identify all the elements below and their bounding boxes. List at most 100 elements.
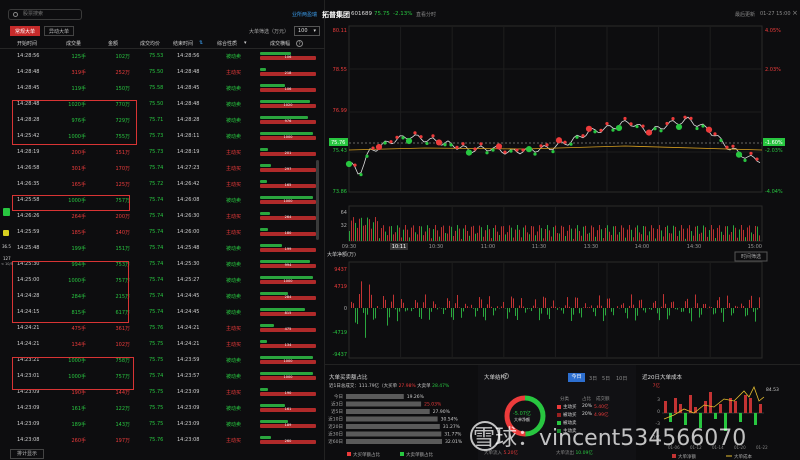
col-volume[interactable]: 成交量 (66, 40, 81, 47)
bigorder-bar (703, 304, 704, 308)
table-row[interactable]: 14:26:35 165手 125万 75.72 14:26:42 主动买 16… (0, 177, 325, 191)
bigorder-bar (509, 308, 510, 313)
volume-bar (439, 236, 440, 241)
trade-dot (449, 143, 453, 147)
filter-select[interactable]: 100 ▾ (294, 26, 320, 36)
bigorder-bar (645, 308, 646, 313)
volume-bar (417, 234, 418, 241)
volume-bar (643, 225, 644, 241)
tab-today[interactable]: 今日 (568, 373, 585, 382)
volume-bar (713, 229, 714, 241)
table-row[interactable]: 14:28:19 200手 151万 75.73 14:28:19 主动买 20… (0, 145, 325, 159)
volume-bar (593, 227, 594, 241)
volume-bar (583, 226, 584, 241)
stats-toggle-button[interactable]: 排计显示 (10, 449, 44, 459)
volume-bar (647, 235, 648, 241)
table-row[interactable]: 14:28:56 125手 102万 75.53 14:28:56 被动卖 10… (0, 49, 325, 63)
tab-3d[interactable]: 3日 (589, 375, 597, 382)
col-nature[interactable]: 综合性质 (217, 40, 237, 47)
bigorder-bar (383, 295, 384, 308)
bigorder-bar (551, 306, 552, 308)
tab-10d[interactable]: 10日 (616, 375, 627, 382)
table-row[interactable]: 14:24:21 134手 102万 75.75 14:24:21 主动买 13… (0, 337, 325, 351)
order-nature: 主动买 (226, 326, 242, 332)
trade-dot (431, 134, 435, 138)
volume-bar (451, 226, 452, 241)
table-row[interactable]: 14:24:21 475手 361万 75.76 14:24:21 主动买 47… (0, 321, 325, 335)
sort-icon[interactable]: ⇅ (199, 40, 203, 46)
tab-regular-big-orders[interactable]: 常规大单 (10, 26, 40, 36)
start-time: 14:28:56 (17, 53, 40, 59)
table-row[interactable]: 14:28:45 119手 150万 75.58 14:28:45 被动卖 10… (0, 81, 325, 95)
bigorder-bar (453, 308, 454, 320)
amount: 125万 (115, 182, 130, 188)
table-row[interactable]: 14:26:26 264手 200万 75.74 14:26:30 主动买 26… (0, 209, 325, 223)
tab-5d[interactable]: 5日 (602, 375, 610, 382)
time-tick: 14:30 (687, 244, 701, 250)
filter-icon[interactable]: ▾ (244, 40, 247, 46)
col-start-time[interactable]: 开始时间 (17, 40, 37, 47)
table-row[interactable]: 14:26:58 301手 170万 75.74 14:27:23 主动买 29… (0, 161, 325, 175)
bigorder-bar (479, 297, 480, 308)
close-icon[interactable]: × (792, 9, 798, 17)
end-time: 14:25:30 (177, 261, 200, 267)
volume: 301手 (71, 166, 86, 172)
table-row[interactable]: 14:28:48 319手 252万 75.50 14:28:48 主动买 21… (0, 65, 325, 79)
table-row[interactable]: 14:25:48 199手 151万 75.74 14:25:48 被动卖 19… (0, 241, 325, 255)
view-timeshare-link[interactable]: 直看分时 (416, 11, 436, 18)
search-input[interactable]: 股票搜索 (8, 9, 82, 20)
bigorder-bar (423, 302, 424, 308)
bigorder-bar (443, 308, 444, 315)
volume-bar (477, 232, 478, 241)
table-row[interactable]: 14:23:08 260手 197万 75.76 14:23:08 主动买 26… (0, 433, 325, 447)
market-link[interactable]: 业所两盈瑞 (292, 11, 317, 18)
bigorder-bar (657, 308, 658, 314)
table-row[interactable]: 14:23:09 161手 122万 75.75 14:23:09 被动卖 16… (0, 401, 325, 415)
table-row[interactable]: 14:23:09 189手 143万 75.75 14:23:09 被动卖 18… (0, 417, 325, 431)
bigorder-bar (635, 308, 636, 321)
volume: 189手 (71, 422, 86, 428)
ratio-value: 30.54% (441, 417, 459, 423)
volume-bar (525, 225, 526, 241)
bigorder-bar (677, 308, 678, 310)
flag-icon[interactable] (3, 230, 9, 236)
start-time: 14:24:21 (17, 341, 40, 347)
current-price: 75.76 (331, 140, 345, 146)
bigorder-bar (655, 300, 656, 308)
ratio-bar (346, 409, 430, 414)
volume-bar (549, 230, 550, 241)
volume-bar (539, 225, 540, 241)
help-icon[interactable]: ? (296, 40, 303, 47)
scrollbar[interactable] (316, 160, 319, 240)
volume-bar (487, 225, 488, 241)
volume: 319手 (71, 70, 86, 76)
trade-dot (455, 145, 459, 149)
volume-bar (733, 225, 734, 241)
volume-bar (401, 237, 402, 241)
order-nature: 被动卖 (226, 54, 242, 60)
trade-dot (515, 148, 519, 152)
col-avg-price[interactable]: 成交均价 (140, 40, 160, 47)
stock-change: -2.13% (393, 11, 413, 17)
donut-value: -5.07亿 (513, 411, 531, 417)
bigorder-bar (417, 302, 418, 308)
end-time: 14:28:48 (177, 101, 200, 107)
trade-dot (615, 124, 623, 132)
volume-bar (723, 234, 724, 241)
bigorder-bar (387, 308, 388, 326)
table-row[interactable]: 14:25:59 185手 140万 75.74 14:26:00 主动买 18… (0, 225, 325, 239)
volume-bar (363, 225, 364, 241)
trade-dot (533, 152, 537, 156)
bigorder-bar (749, 299, 750, 308)
help-icon[interactable]: ? (503, 373, 509, 379)
start-time: 14:28:48 (17, 69, 40, 75)
volume-bar (551, 236, 552, 241)
col-end-time[interactable]: 结束时间 (173, 40, 193, 47)
legend-swatch (557, 413, 561, 417)
trade-dot (435, 139, 443, 146)
volume-bar (675, 226, 676, 241)
shield-icon[interactable] (3, 208, 10, 216)
col-amount[interactable]: 金额 (108, 40, 118, 47)
volume-bar (623, 227, 624, 241)
tab-abnormal-big-orders[interactable]: 异动大单 (44, 26, 74, 36)
